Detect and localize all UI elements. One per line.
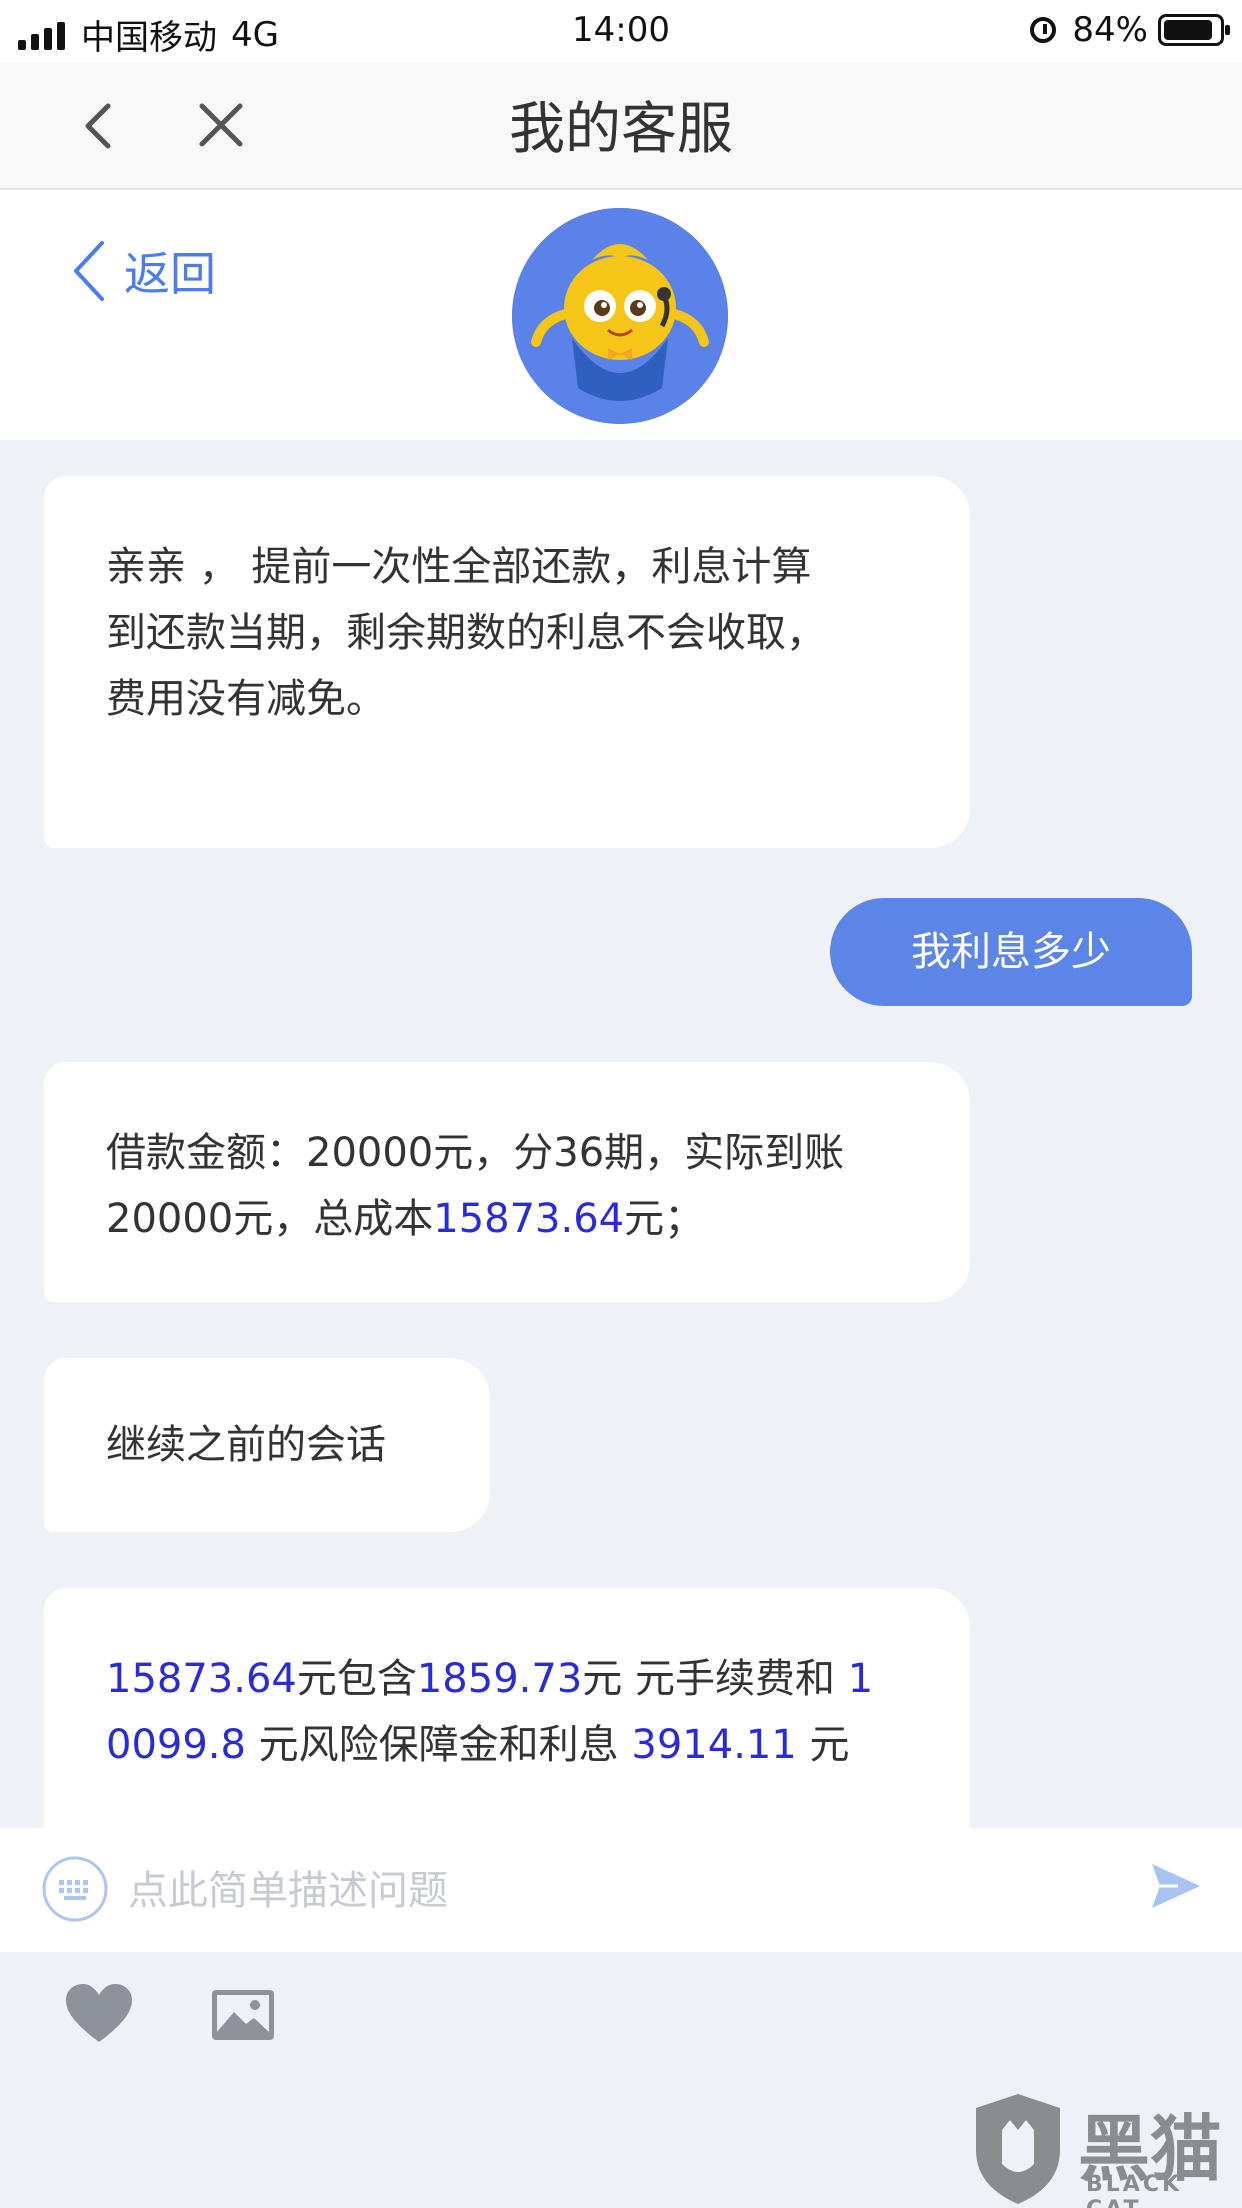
message-text: 20000元，总成本 xyxy=(106,1196,434,1242)
message-text: 元 元手续费和 xyxy=(582,1656,848,1702)
message-line: 0099.8 元风险保障金和利息 3914.11 元 xyxy=(106,1712,908,1778)
page-title: 我的客服 xyxy=(509,97,733,162)
input-bar xyxy=(0,1828,1242,1952)
mascot-icon xyxy=(512,208,728,424)
keyboard-icon[interactable] xyxy=(42,1856,108,1922)
amount-highlight: 0099.8 xyxy=(106,1722,246,1768)
message-line: 到还款当期，剩余期数的利息不会收取， xyxy=(106,610,826,656)
chat-page: 中国移动 4G 14:00 84% 我的客服 返回 亲亲 ， 提前一次性全部还款… xyxy=(0,0,1242,2208)
agent-message: 亲亲 ， 提前一次性全部还款，利息计算 到还款当期，剩余期数的利息不会收取， 费… xyxy=(44,476,970,848)
back-label: 返回 xyxy=(124,247,216,301)
back-link[interactable]: 返回 xyxy=(70,238,216,304)
message-line: 继续之前的会话 xyxy=(106,1422,386,1468)
question-input[interactable] xyxy=(126,1858,1070,1924)
amount-highlight: 15873.64 xyxy=(433,1196,625,1242)
message-line: 15873.64元包含1859.73元 元手续费和 1 xyxy=(106,1646,908,1712)
amount-highlight: 1 xyxy=(847,1656,874,1702)
status-bar: 中国移动 4G 14:00 84% xyxy=(0,0,1242,62)
agent-avatar xyxy=(512,208,728,424)
amount-highlight: 15873.64 xyxy=(106,1656,297,1702)
agent-message: 继续之前的会话 xyxy=(44,1358,490,1532)
message-line: 20000元，总成本15873.64元； xyxy=(106,1186,908,1252)
amount-highlight: 3914.11 xyxy=(631,1722,797,1768)
nav-bar: 我的客服 xyxy=(0,62,1242,190)
heart-icon[interactable] xyxy=(64,1982,134,2046)
message-text: 元风险保障金和利息 xyxy=(245,1722,632,1768)
agent-message: 借款金额：20000元，分36期，实际到账 20000元，总成本15873.64… xyxy=(44,1062,970,1302)
alarm-icon xyxy=(1030,17,1057,43)
battery-icon xyxy=(1158,14,1230,46)
watermark-logo: 黑猫 BLACK CAT xyxy=(968,2090,1242,2208)
chevron-left-icon xyxy=(74,241,104,301)
battery-percent: 84% xyxy=(1072,10,1148,50)
cat-shield-icon xyxy=(976,2094,1060,2204)
watermark-subtitle: BLACK CAT xyxy=(1086,2172,1183,2208)
amount-highlight: 1859.73 xyxy=(416,1656,583,1702)
message-text: 元包含 xyxy=(296,1656,417,1702)
send-icon[interactable] xyxy=(1148,1858,1204,1914)
image-icon[interactable] xyxy=(210,1988,276,2042)
message-text: 元； xyxy=(624,1196,705,1242)
message-text: 元 xyxy=(796,1722,850,1768)
user-message: 我利息多少 xyxy=(830,898,1192,1006)
chat-header: 返回 xyxy=(0,190,1242,440)
agent-message: 15873.64元包含1859.73元 元手续费和 1 0099.8 元风险保障… xyxy=(44,1588,970,1828)
message-line: 亲亲 ， 提前一次性全部还款，利息计算 xyxy=(106,544,812,590)
message-line: 借款金额：20000元，分36期，实际到账 xyxy=(106,1130,845,1176)
message-line: 费用没有减免。 xyxy=(106,676,386,722)
status-right: 84% xyxy=(1030,10,1230,50)
